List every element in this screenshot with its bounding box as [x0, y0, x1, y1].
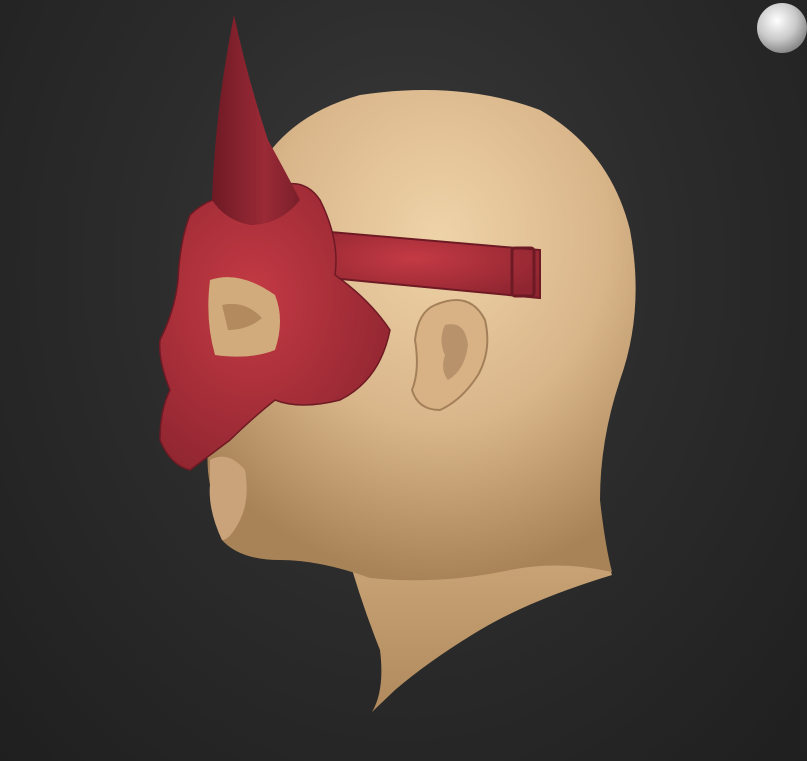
- sphere-icon[interactable]: [757, 3, 807, 53]
- sculpt-scene: [158, 3, 807, 712]
- 3d-viewport[interactable]: [0, 0, 807, 761]
- demon-horn: [212, 15, 300, 225]
